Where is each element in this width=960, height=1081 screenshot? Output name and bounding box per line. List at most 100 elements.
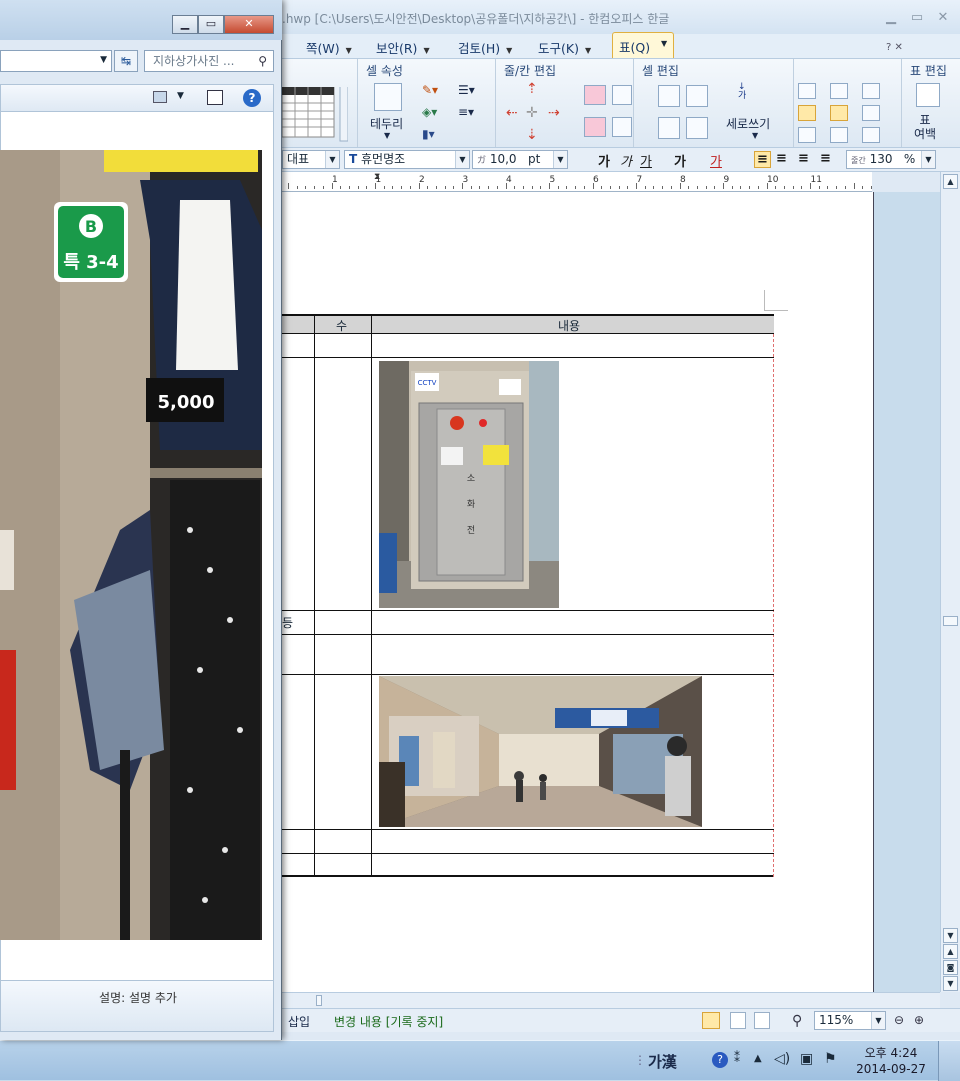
hydrant-photo[interactable]: CCTV 소 화 전 [379,361,559,608]
viewer-address-bar[interactable]: ▼ [0,50,112,72]
next-page-icon[interactable]: ▼ [943,976,958,991]
search-icon[interactable]: ⚲ [258,51,267,71]
ruler[interactable]: 1 1 2 3 4 5 6 7 8 9 10 11 ⧗ [282,172,872,192]
scroll-down-icon[interactable]: ▼ [943,928,958,943]
tab-table[interactable]: 표(Q) ▼ [612,32,674,58]
minimize-icon[interactable]: ▁ [880,10,902,26]
cell-grid-icon[interactable] [658,117,680,139]
merge-cells-icon[interactable] [658,85,680,107]
help-icon[interactable]: ? [243,89,261,107]
align-justify-icon[interactable]: ≡ [754,151,771,168]
clothing-store-photo[interactable]: B 특 3-4 5,000 [0,150,262,940]
line-width-icon[interactable]: ≡▾ [458,105,474,119]
font-color-button[interactable]: 가 [710,151,722,170]
vertical-write-button[interactable]: 세로쓰기 [726,115,770,132]
delete-row-icon[interactable] [584,85,606,105]
prev-page-icon[interactable]: ▲ [943,944,958,959]
zoom-magnifier-icon[interactable]: ⚲ [792,1013,802,1029]
italic-button[interactable]: 가 [620,151,632,170]
cell-quad-icon[interactable] [686,117,708,139]
viewer-search-input[interactable]: 지하상가사진 ... ⚲ [144,50,274,72]
insert-col-right-icon[interactable]: ⇢ [548,105,560,121]
network-icon[interactable]: ▣ [800,1051,813,1067]
indent-marker-icon[interactable]: ⧗ [374,172,380,182]
zoom-in-icon[interactable]: ⊕ [914,1013,924,1027]
scroll-up-icon[interactable]: ▲ [943,174,958,189]
ime-settings-icon[interactable]: ⁑ [734,1051,740,1065]
font-select[interactable]: T 휴먼명조 ▼ [344,150,470,169]
view-mode-dropdown-icon[interactable]: ▼ [177,91,184,101]
cell-split-icon[interactable]: ▮▾ [422,127,435,141]
document-table[interactable]: 수 내용 등 CCTV 소 화 전 [282,314,774,877]
align-left-icon[interactable]: ≡ [776,151,787,166]
insert-mode[interactable]: 삽입 [288,1013,310,1030]
table-margin-icon[interactable] [916,83,940,107]
page-target-icon[interactable]: ◙ [943,960,958,975]
view-mode-icon[interactable] [153,91,167,103]
line-style-icon[interactable]: ☰▾ [458,83,475,97]
viewer-refresh-icon[interactable]: ↹ [114,50,138,72]
distribute-rows-icon[interactable] [612,85,632,105]
align-top-left-icon[interactable] [798,83,816,99]
bold-button[interactable]: 가 [598,151,610,170]
zoom-out-icon[interactable]: ⊖ [894,1013,904,1027]
split-cells-icon[interactable] [686,85,708,107]
ime-indicator[interactable]: 가漢 [648,1051,677,1072]
ime-help-icon[interactable]: ? [712,1052,728,1068]
zoom-select[interactable]: 115% ▼ [814,1011,886,1030]
preview-pane-icon[interactable] [207,90,223,105]
align-bottom-left-icon[interactable] [798,127,816,143]
track-changes-status[interactable]: 변경 내용 [기록 중지] [334,1013,443,1030]
view-page-icon[interactable] [754,1012,770,1029]
menu-review[interactable]: 검토(H) ▼ [458,38,512,57]
close-icon[interactable]: ✕ [932,10,954,26]
font-size-input[interactable]: ガ 10,0 pt ▼ [472,150,568,169]
help-icon[interactable]: ? ✕ [886,42,903,53]
insert-row-below-icon[interactable]: ⇣ [526,127,538,143]
align-bottom-center-icon[interactable] [830,127,848,143]
menu-tools[interactable]: 도구(K) ▼ [538,38,591,57]
border-button[interactable]: 테두리 [370,115,403,132]
view-normal-icon[interactable] [702,1012,720,1029]
scroll-thumb[interactable] [943,616,958,626]
menu-security[interactable]: 보안(R) ▼ [376,38,430,57]
strike-button[interactable]: 가 [674,151,686,170]
tray-expand-icon[interactable]: ▲ [754,1053,762,1064]
align-top-right-icon[interactable] [862,83,880,99]
border-icon[interactable] [374,83,402,111]
view-outline-icon[interactable] [730,1012,746,1029]
pen-icon[interactable]: ✎▾ [422,83,438,97]
underline-button[interactable]: 가 [640,151,652,170]
align-middle-center-icon[interactable] [830,105,848,121]
viewer-minimize-icon[interactable]: ▁ [172,15,198,34]
insert-col-left-icon[interactable]: ⇠ [506,105,518,121]
hscroll-thumb[interactable] [316,995,322,1006]
table-margin-button[interactable]: 표 여백 [914,113,936,141]
align-bottom-right-icon[interactable] [862,127,880,143]
viewer-close-icon[interactable]: ✕ [224,15,274,34]
line-spacing-input[interactable]: 줄간 130 % ▼ [846,150,936,169]
corridor-photo[interactable] [379,676,702,827]
show-desktop-button[interactable] [938,1041,960,1081]
viewer-maximize-icon[interactable]: ▭ [198,15,224,34]
menu-page[interactable]: 쪽(W) ▼ [306,38,352,57]
clock[interactable]: 오후 4:24 2014-09-27 [848,1045,934,1077]
restore-icon[interactable]: ▭ [906,10,928,26]
align-top-center-icon[interactable] [830,83,848,99]
add-caption-link[interactable]: 설명: 설명 추가 [1,989,275,1006]
vertical-scrollbar[interactable]: ▲ ▼ ▲ ◙ ▼ [940,172,960,992]
delete-col-icon[interactable] [584,117,606,137]
horizontal-scrollbar[interactable] [282,992,940,1008]
align-middle-left-icon[interactable] [798,105,816,121]
style-select[interactable]: 대표 ▼ [282,150,340,169]
insert-row-above-icon[interactable]: ⇡ [526,81,538,97]
tray-grip: ⋮ [634,1053,646,1067]
align-middle-right-icon[interactable] [862,105,880,121]
volume-icon[interactable]: ◁) [774,1051,790,1067]
table-style-gallery[interactable] [282,59,358,147]
fill-icon[interactable]: ◈▾ [422,105,437,119]
align-center-icon[interactable]: ≡ [798,151,809,166]
align-right-icon[interactable]: ≡ [820,151,831,166]
distribute-cols-icon[interactable] [612,117,632,137]
action-center-flag-icon[interactable]: ⚑ [824,1051,837,1067]
